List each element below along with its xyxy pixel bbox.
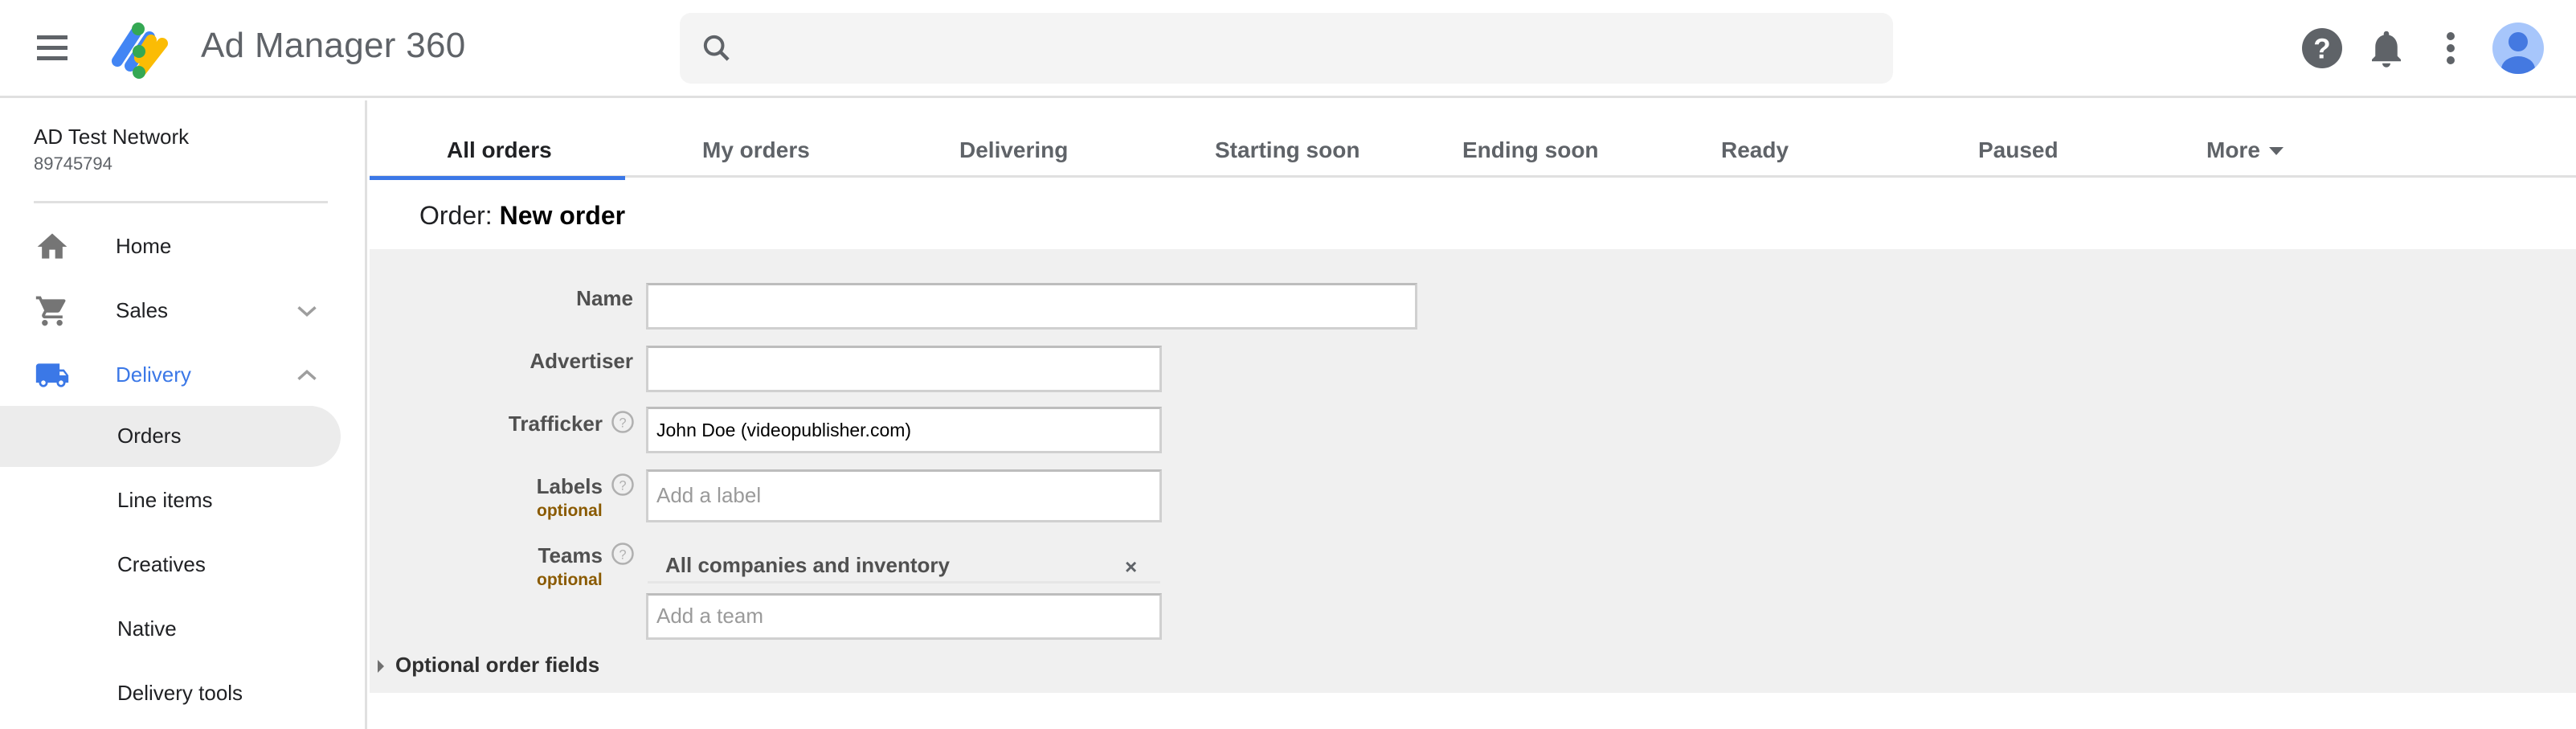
- sidebar-subitem-delivery-tools[interactable]: Delivery tools: [0, 663, 341, 724]
- sidebar-item-label: Sales: [116, 298, 169, 322]
- network-name: AD Test Network: [34, 125, 190, 149]
- name-label: Name: [576, 286, 633, 310]
- sidebar-subitem-label: Line items: [117, 488, 213, 512]
- name-field[interactable]: [646, 283, 1417, 330]
- notifications-icon[interactable]: [2362, 24, 2410, 72]
- trafficker-field[interactable]: [646, 407, 1162, 453]
- tab-paused[interactable]: Paused: [1911, 100, 2168, 178]
- team-chip: All companies and inventory ×: [648, 542, 1160, 584]
- help-icon[interactable]: ?: [2298, 24, 2346, 72]
- tab-label: Ending soon: [1462, 137, 1599, 162]
- search-icon: [703, 35, 730, 61]
- sidebar-item-delivery[interactable]: Delivery: [0, 345, 341, 406]
- tab-ending-soon[interactable]: Ending soon: [1396, 100, 1654, 178]
- labels-label: Labels: [536, 474, 603, 498]
- labels-input[interactable]: [646, 469, 1162, 522]
- help-icon[interactable]: ?: [611, 542, 635, 566]
- advertiser-field[interactable]: [646, 346, 1162, 392]
- remove-team-icon[interactable]: ×: [1125, 555, 1137, 580]
- sidebar-subitem-orders[interactable]: Orders: [0, 406, 341, 467]
- tab-ready[interactable]: Ready: [1654, 100, 1911, 178]
- optional-hint: optional: [537, 571, 603, 589]
- sidebar-subitem-creatives[interactable]: Creatives: [0, 534, 341, 596]
- tab-label: Ready: [1721, 137, 1789, 162]
- sidebar-subitem-label: Native: [117, 616, 177, 641]
- chevron-down-icon[interactable]: [296, 301, 318, 321]
- network-id: 89745794: [34, 154, 112, 174]
- sidebar-item-label: Home: [116, 234, 172, 258]
- order-name-title: New order: [499, 201, 626, 230]
- help-icon[interactable]: ?: [611, 410, 635, 434]
- tab-label: All orders: [447, 137, 552, 162]
- sidebar-subitem-label: Delivery tools: [117, 681, 243, 705]
- account-avatar[interactable]: [2492, 23, 2544, 74]
- order-tabs: All orders My orders Delivering Starting…: [370, 100, 2576, 180]
- search-input[interactable]: [752, 13, 1877, 84]
- tab-more[interactable]: More: [2168, 100, 2329, 178]
- sidebar: AD Test Network 89745794 Home Sales Deli…: [0, 100, 367, 729]
- app-title: Ad Manager 360: [201, 26, 466, 65]
- sidebar-subitem-label: Creatives: [117, 552, 206, 576]
- svg-text:?: ?: [2313, 34, 2330, 65]
- caret-right-icon: [378, 660, 384, 674]
- ad-manager-logo: [112, 23, 168, 79]
- dropdown-arrow-icon: [2269, 147, 2284, 155]
- sidebar-subitem-label: Orders: [117, 424, 182, 448]
- tab-label: My orders: [702, 137, 810, 162]
- optional-fields-label: Optional order fields: [395, 653, 600, 677]
- sidebar-item-home[interactable]: Home: [0, 216, 341, 277]
- tab-label: Starting soon: [1215, 137, 1360, 162]
- cart-icon: [35, 296, 66, 326]
- sidebar-item-label: Delivery: [116, 362, 191, 387]
- sidebar-divider: [34, 201, 328, 203]
- trafficker-label: Trafficker: [508, 412, 603, 436]
- home-icon: [37, 233, 67, 259]
- tab-all-orders[interactable]: All orders: [370, 100, 625, 180]
- title-prefix: Order:: [419, 201, 493, 230]
- person-icon: [2501, 32, 2535, 74]
- sidebar-subitem-line-items[interactable]: Line items: [0, 470, 341, 531]
- advertiser-label: Advertiser: [530, 349, 633, 373]
- page-title: Order: New order: [419, 201, 625, 231]
- tab-my-orders[interactable]: My orders: [625, 100, 882, 178]
- team-name: All companies and inventory: [665, 553, 950, 577]
- svg-text:?: ?: [619, 478, 626, 493]
- sidebar-subitem-native[interactable]: Native: [0, 599, 341, 660]
- teams-input[interactable]: [646, 593, 1162, 640]
- tab-starting-soon[interactable]: Starting soon: [1139, 100, 1396, 178]
- tab-label: Delivering: [959, 137, 1069, 162]
- truck-icon: [35, 363, 69, 387]
- search-bar[interactable]: [680, 13, 1893, 84]
- sidebar-item-sales[interactable]: Sales: [0, 281, 341, 342]
- svg-text:?: ?: [619, 416, 626, 430]
- menu-icon[interactable]: [32, 31, 72, 66]
- optional-order-fields-toggle[interactable]: Optional order fields: [378, 653, 599, 678]
- optional-hint: optional: [537, 502, 603, 520]
- tab-delivering[interactable]: Delivering: [882, 100, 1139, 178]
- chevron-up-icon[interactable]: [296, 366, 318, 385]
- svg-text:?: ?: [619, 547, 626, 562]
- help-icon[interactable]: ?: [611, 473, 635, 497]
- tab-label: More: [2206, 137, 2260, 162]
- more-vert-icon[interactable]: [2427, 24, 2475, 72]
- top-app-bar: Ad Manager 360 ?: [0, 0, 2576, 98]
- tab-label: Paused: [1978, 137, 2059, 162]
- teams-label: Teams: [538, 543, 603, 567]
